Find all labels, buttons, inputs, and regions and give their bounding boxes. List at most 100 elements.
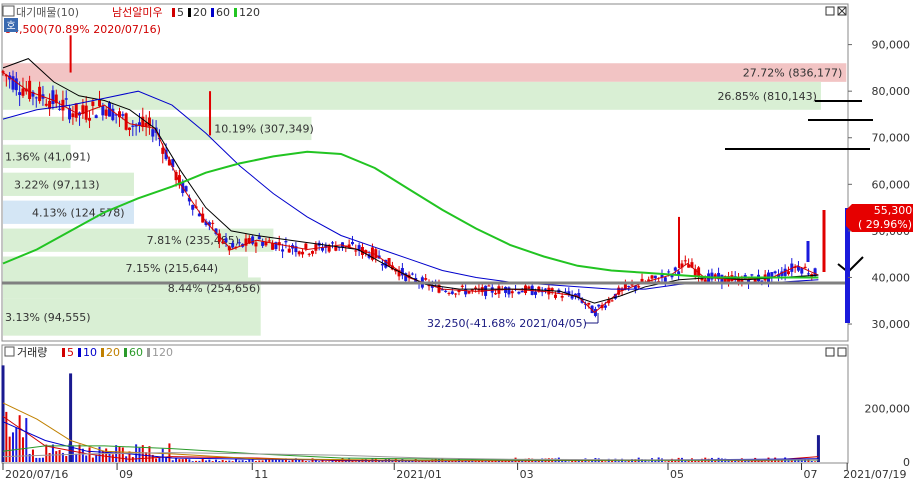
price-legend-title: 대기매물(10) [16,6,79,19]
volume-bar [787,460,790,462]
candle-body [527,286,531,289]
candle-body [803,266,807,269]
volume-bar [604,461,607,462]
candle-body [224,238,228,243]
current-price-text: 55,300 [874,204,913,217]
volume-bar [324,461,327,462]
volume-bar [617,461,620,462]
volume-bar [198,460,201,462]
volume-maximize-icon[interactable] [825,347,835,357]
candle-body [91,101,95,106]
volume-bar [148,446,151,462]
volume-bar [814,461,817,462]
candle-body [700,278,704,281]
badge-text: 호 [6,20,15,32]
volume-bar [185,458,188,462]
volume-bar [474,461,477,462]
candle-body [760,280,764,282]
candle-body [271,243,275,250]
supply-zone-label-5: 4.13% (124,578) [32,206,125,219]
date-tick-label: 07 [804,468,818,481]
candle-body [603,305,607,308]
volume-bar [567,461,570,462]
candle-body [321,247,325,251]
volume-bar [581,461,584,462]
volume-bar [231,461,234,462]
volume-bar [45,444,48,462]
candle-body [510,291,514,294]
volume-bar [234,459,237,462]
date-tick-label: 2020/07/16 [5,468,68,481]
price-legend-toggle[interactable] [2,5,15,17]
price-legend-ma-title: 남선알미우 [112,5,163,19]
volume-panel [1,344,849,464]
volume-bar [48,452,51,462]
candle-body [517,291,521,294]
volume-bar [165,457,168,462]
high-annotation: 94,500(70.89% 2020/07/16) [5,23,161,36]
candle-body [447,293,451,295]
candle-body [254,242,258,247]
candle-body [287,248,291,253]
volume-bar [424,461,427,462]
volume-bar [308,461,311,462]
date-axis: 2020/07/16 09 11 2021/01 03 05 07 2021/07/19 [2,463,907,481]
volume-bar [75,453,78,462]
price-tick-label: 40,000 [872,271,911,284]
candle-body [520,291,524,293]
volume-tick-label: 200,000 [865,402,911,415]
volume-bar [65,456,68,462]
candle-body [34,97,38,99]
volume-bar [111,454,114,462]
candle-body [464,289,468,295]
candle-body [806,273,810,275]
candle-body [221,242,225,244]
volume-legend-swatch-20 [101,348,104,357]
volume-legend-swatch-120 [147,348,150,357]
candle-body [507,287,511,295]
candle-body [630,284,634,286]
volume-bar [91,457,94,462]
candle-body [470,289,474,291]
price-legend-swatch-20 [188,8,191,17]
volume-bar [8,436,11,462]
volume-bar [161,448,164,462]
volume-bar [328,461,331,462]
supply-zone-label-4: 3.22% (97,113) [14,178,100,191]
volume-legend-swatch-60 [124,348,127,357]
volume-bar [354,461,357,462]
candle-body [773,271,777,274]
volume-bar [318,461,321,462]
candle-body [301,251,305,255]
candle-body [251,236,255,244]
candle-body [51,90,55,105]
volume-bar [158,457,161,462]
candle-body [354,250,358,252]
candle-body [667,271,671,273]
date-tick-label: 2021/07/19 [843,468,906,481]
candle-body [28,80,32,99]
candle-body [284,241,288,243]
volume-legend-swatch-10 [78,348,81,357]
volume-bar [215,459,218,462]
volume-bar [188,459,191,462]
supply-zone-1 [3,81,821,110]
candle-body [587,302,591,305]
volume-bar [624,461,627,462]
volume-legend-toggle[interactable] [4,346,15,357]
candle-body [553,294,557,298]
supply-zone-label-1: 26.85% (810,143) [717,90,817,103]
candle-body [683,260,687,262]
maximize-icon[interactable] [825,6,835,16]
volume-bar [291,459,294,462]
volume-bar [667,460,670,462]
volume-close-icon[interactable] [837,347,847,357]
supply-zone-label-7: 7.15% (215,644) [126,262,219,275]
candle-body [487,285,491,287]
volume-bar [561,461,564,462]
candle-body [800,268,804,274]
candle-body [444,290,448,292]
candle-body [297,251,301,255]
current-change-text: ( 29.96%) [858,218,912,231]
volume-legend-swatch-5 [62,348,65,357]
